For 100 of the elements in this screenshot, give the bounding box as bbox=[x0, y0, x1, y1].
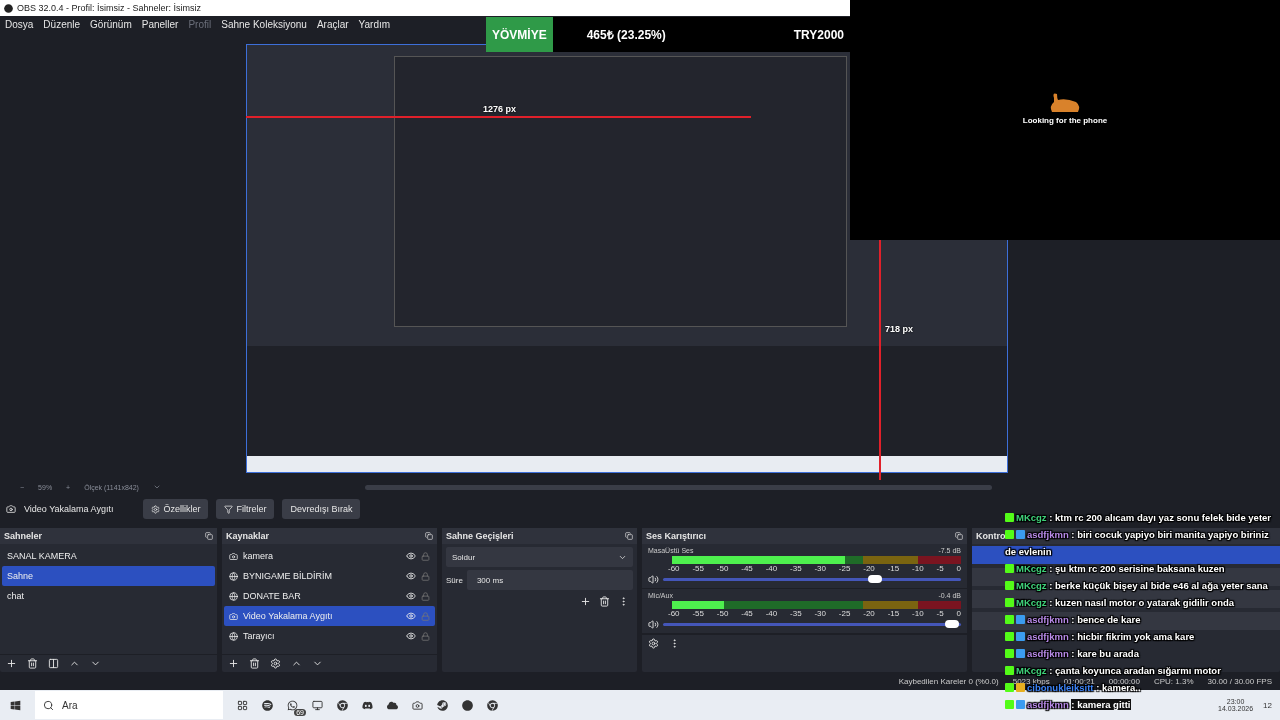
webcam-icon[interactable] bbox=[412, 699, 423, 711]
search-icon bbox=[43, 699, 54, 711]
settings-icon[interactable] bbox=[270, 658, 281, 669]
scene-item[interactable]: chat bbox=[2, 586, 215, 606]
music-app-icon[interactable] bbox=[262, 699, 273, 711]
camera-icon bbox=[229, 551, 238, 561]
speaker-icon[interactable] bbox=[648, 618, 659, 630]
toolbar-button[interactable]: Devredışı Bırak bbox=[282, 499, 361, 519]
chat-message: MKcgz : berke küçük bişey al bide e46 al ağa yeter sana bbox=[1005, 577, 1280, 594]
panel-title: Ses Karıştırıcı bbox=[646, 531, 707, 541]
window-title: OBS 32.0.4 - Profil: İsimsiz - Sahneler: İsimsiz bbox=[17, 3, 202, 13]
menu-item[interactable]: Sahne Koleksiyonu bbox=[221, 18, 307, 30]
trash-icon[interactable] bbox=[27, 658, 38, 669]
lock-icon[interactable] bbox=[421, 551, 430, 561]
horizontal-scrollbar[interactable] bbox=[364, 484, 992, 490]
menu-item[interactable]: Yardım bbox=[358, 18, 391, 30]
cloud-icon[interactable] bbox=[387, 699, 398, 711]
meter-scale-label: -25 bbox=[838, 564, 851, 573]
meter-scale-label: -40 bbox=[765, 609, 778, 618]
panel-title: Sahne Geçişleri bbox=[446, 531, 514, 541]
toolbar-button[interactable]: Filtreler bbox=[216, 499, 275, 519]
taskbar-search[interactable]: Ara bbox=[35, 691, 223, 719]
add-icon[interactable] bbox=[6, 658, 17, 669]
meter-scale-label: -45 bbox=[741, 564, 753, 573]
scene-item[interactable]: Sahne bbox=[2, 566, 215, 586]
status-text: 30.00 / 30.00 FPS bbox=[1207, 676, 1272, 686]
trash-icon[interactable] bbox=[599, 596, 610, 607]
undock-icon bbox=[425, 532, 433, 540]
lock-icon[interactable] bbox=[421, 571, 430, 581]
chat-app-icon[interactable] bbox=[287, 699, 298, 711]
undock-icon bbox=[205, 532, 213, 540]
meter-scale-label: -60 bbox=[668, 609, 680, 618]
lock-icon[interactable] bbox=[421, 631, 430, 641]
menu-item[interactable]: Görünüm bbox=[90, 18, 132, 30]
menu-item[interactable]: Araçlar bbox=[316, 18, 349, 30]
meter-scale-label: -10 bbox=[912, 609, 924, 618]
undock-icon bbox=[955, 532, 963, 540]
camera-icon bbox=[229, 611, 238, 621]
chat-message: MKcgz : kuzen nasıl motor o yatarak gidilir onda bbox=[1005, 594, 1280, 611]
selected-source-name: Video Yakalama Aygıtı bbox=[24, 504, 114, 514]
chat-message: MKcgz : çanta koyunca aradan sığarmı motor bbox=[1005, 662, 1280, 679]
eye-icon[interactable] bbox=[406, 611, 416, 621]
chat-message: MKcgz : şu ktm rc 200 serisine baksana kuzen bbox=[1005, 560, 1280, 577]
app-logo-icon bbox=[4, 3, 13, 13]
filter-icon[interactable] bbox=[48, 658, 59, 669]
goal-amount: 465₺ (23.25%) bbox=[586, 27, 666, 43]
eye-icon[interactable] bbox=[406, 571, 416, 581]
transition-dropdown[interactable]: Soldur bbox=[446, 547, 633, 567]
task-view-icon[interactable] bbox=[237, 699, 248, 711]
source-item[interactable]: kamera bbox=[224, 546, 435, 566]
panel-title: Kontro bbox=[976, 531, 1006, 541]
voice-chat-icon[interactable] bbox=[362, 699, 373, 711]
globe-icon bbox=[229, 591, 238, 601]
funnel-icon bbox=[224, 504, 234, 514]
toolbar-button[interactable]: Özellikler bbox=[143, 499, 209, 519]
menu-item[interactable]: Düzenle bbox=[43, 18, 81, 30]
eye-icon[interactable] bbox=[406, 631, 416, 641]
duration-label: Süre bbox=[446, 575, 463, 585]
overlay-caption: Looking for the phone bbox=[1022, 116, 1108, 125]
chat-message: MKcgz : ktm rc 200 alıcam dayı yaz sonu felek bide yeter bbox=[1005, 509, 1280, 526]
source-item[interactable]: DONATE BAR bbox=[224, 586, 435, 606]
eye-icon[interactable] bbox=[406, 551, 416, 561]
status-text: CPU: 1.3% bbox=[1153, 676, 1194, 686]
source-item[interactable]: Video Yakalama Aygıtı bbox=[224, 606, 435, 626]
source-item[interactable]: Tarayıcı bbox=[224, 626, 435, 646]
meter-scale-label: -55 bbox=[692, 609, 704, 618]
menu-item[interactable]: Dosya bbox=[5, 18, 34, 30]
recording-app-icon[interactable] bbox=[462, 699, 473, 711]
scene-item[interactable]: SANAL KAMERA bbox=[2, 546, 215, 566]
chat-message: asdfjkmn : kare bu arada bbox=[1005, 645, 1280, 662]
eye-icon[interactable] bbox=[406, 591, 416, 601]
gear-icon bbox=[151, 504, 161, 514]
menu-item[interactable]: Paneller bbox=[141, 18, 179, 30]
start-icon[interactable] bbox=[10, 699, 21, 711]
meter-scale-label: -10 bbox=[912, 564, 924, 573]
notification-count[interactable]: 12 bbox=[1263, 700, 1272, 710]
trash-icon[interactable] bbox=[249, 658, 260, 669]
add-icon[interactable] bbox=[228, 658, 239, 669]
lock-icon[interactable] bbox=[421, 591, 430, 601]
meter-scale-label: -55 bbox=[692, 564, 704, 573]
add-icon[interactable] bbox=[580, 596, 591, 607]
game-store-icon[interactable] bbox=[437, 699, 448, 711]
meter-scale-label: -40 bbox=[765, 564, 778, 573]
volume-slider[interactable] bbox=[663, 577, 961, 581]
meter-scale-label: -50 bbox=[716, 564, 729, 573]
settings-icon[interactable] bbox=[648, 638, 659, 649]
meter-scale-label: -30 bbox=[814, 564, 826, 573]
browser-icon[interactable] bbox=[487, 699, 498, 711]
speaker-icon[interactable] bbox=[648, 573, 659, 585]
meter-scale-label: -20 bbox=[863, 564, 875, 573]
meter-scale-label: -30 bbox=[814, 609, 826, 618]
duration-field[interactable]: 300 ms bbox=[466, 570, 633, 590]
monitor-icon[interactable] bbox=[312, 699, 323, 711]
meter-scale-label: -20 bbox=[863, 609, 875, 618]
volume-slider[interactable] bbox=[663, 622, 961, 626]
source-item[interactable]: BYNIGAME BİLDİRİM bbox=[224, 566, 435, 586]
meter-scale-label: -15 bbox=[887, 609, 900, 618]
browser-icon[interactable] bbox=[337, 699, 348, 711]
camera-icon bbox=[6, 504, 16, 514]
meter-scale-label: -5 bbox=[936, 609, 944, 618]
